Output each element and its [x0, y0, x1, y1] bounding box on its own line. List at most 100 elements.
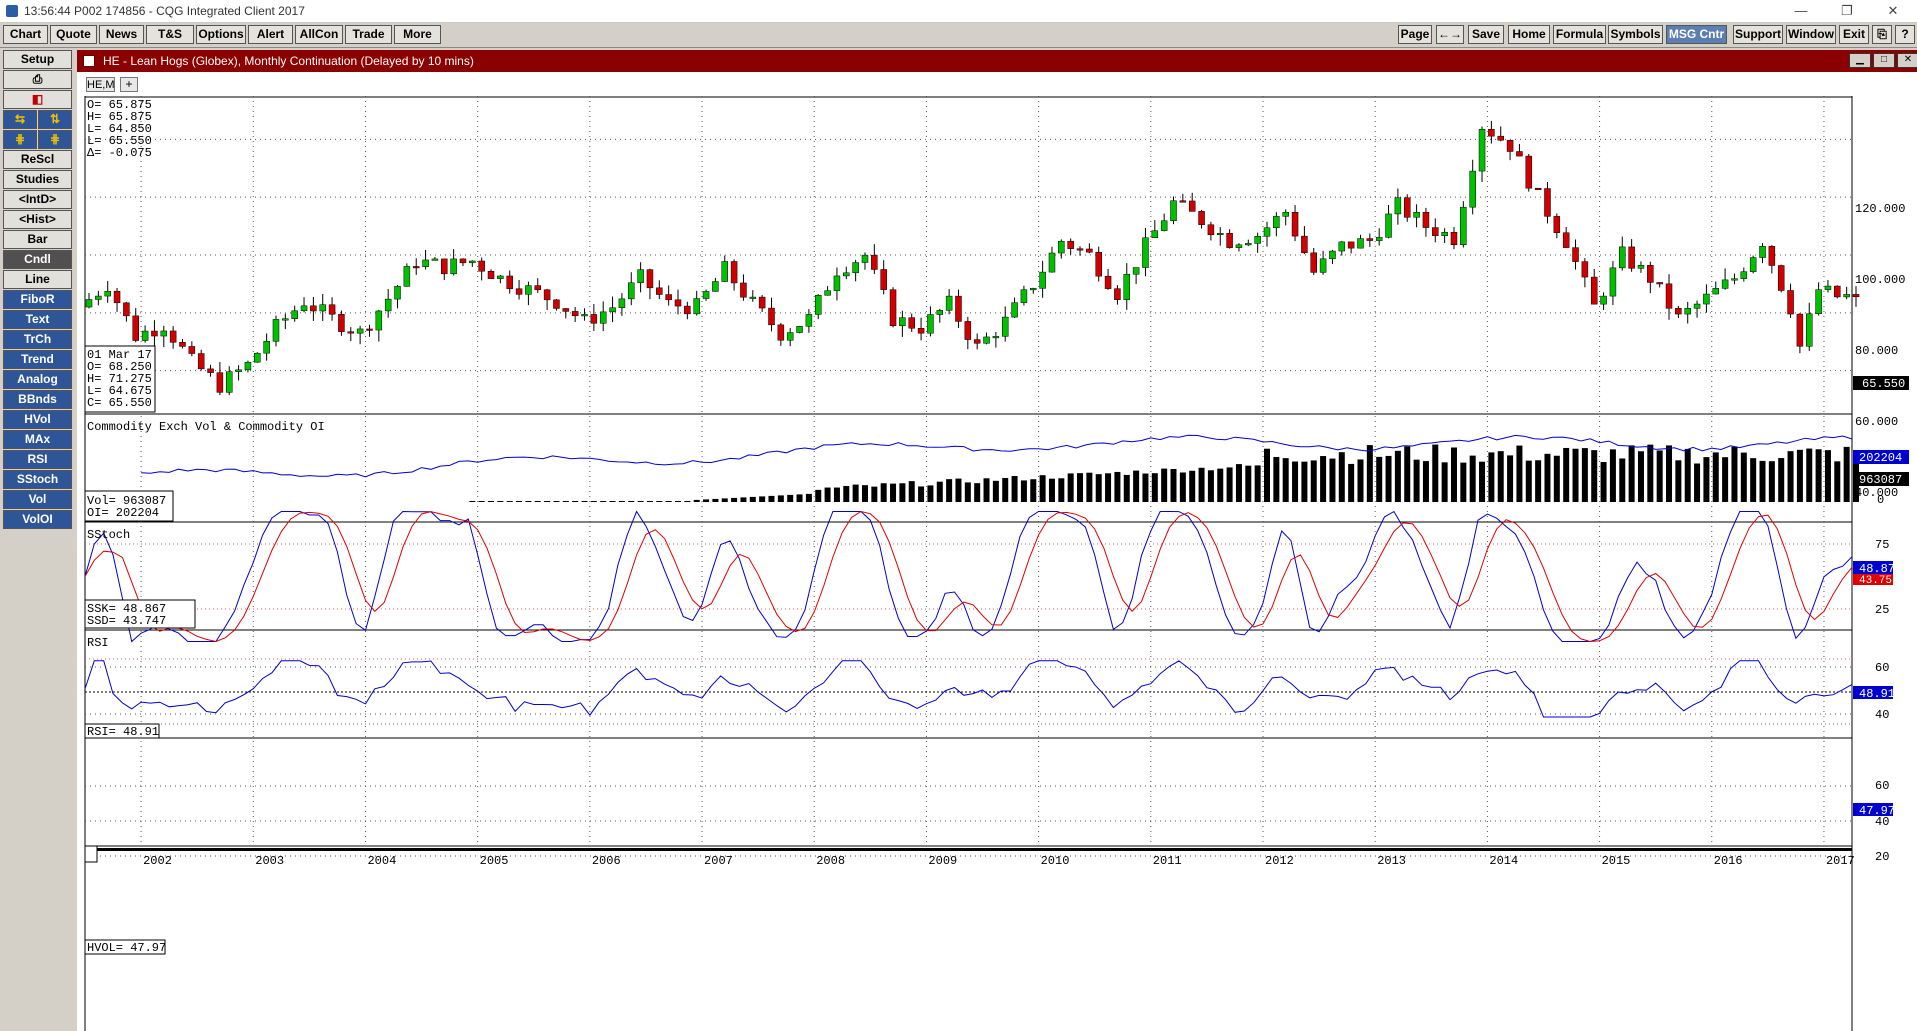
candle-body — [861, 254, 869, 263]
volume-bar — [1609, 449, 1616, 502]
chart-svg[interactable]: O= 65.875 H= 65.875 L= 64.850 L= 65.550 … — [77, 96, 1917, 1031]
trend-button[interactable]: Trend — [3, 350, 72, 369]
minimize-icon[interactable]: — — [1778, 0, 1824, 22]
bar-button[interactable]: Bar — [3, 230, 72, 249]
menu-support[interactable]: Support — [1733, 25, 1783, 44]
menu-allcon[interactable]: AllCon — [295, 25, 343, 44]
volume-bar — [497, 501, 504, 502]
volume-bar — [1385, 455, 1392, 502]
restore-icon[interactable]: ❐ — [1824, 0, 1870, 22]
menu-window[interactable]: Window — [1786, 25, 1836, 44]
cursor-close: C= 65.550 — [87, 396, 152, 410]
analog-button[interactable]: Analog — [3, 370, 72, 389]
volume-bar — [675, 501, 681, 502]
volume-bar — [1824, 450, 1831, 502]
rsi-button[interactable]: RSI — [3, 450, 72, 469]
max-button[interactable]: MAx — [3, 430, 72, 449]
menu-help[interactable]: ? — [1895, 25, 1915, 44]
menu-arrows[interactable]: ←→ — [1436, 25, 1464, 44]
add-tab-button[interactable]: + — [120, 77, 138, 92]
cursor-button[interactable]: ◧ — [3, 90, 72, 109]
menu-quote[interactable]: Quote — [50, 25, 97, 44]
print-button[interactable]: ⎙ — [3, 70, 72, 89]
candle-body — [628, 282, 635, 300]
volume-bar — [1525, 460, 1532, 502]
bbnds-button[interactable]: BBnds — [3, 390, 72, 409]
link-left-button[interactable]: ⇆ — [3, 110, 37, 129]
volume-bar — [852, 484, 859, 502]
volume-bar — [618, 501, 625, 502]
sstoch-button[interactable]: SStoch — [3, 470, 72, 489]
menu-chart[interactable]: Chart — [3, 25, 48, 44]
tab-he-m[interactable]: HE,M — [86, 77, 115, 92]
candle-body — [1142, 237, 1149, 268]
candle-body — [85, 299, 93, 308]
menu-news[interactable]: News — [99, 25, 144, 44]
app-logo-icon — [6, 5, 18, 17]
candle-body — [1506, 139, 1514, 152]
menu-msg-cntr[interactable]: MSG Cntr — [1666, 25, 1727, 44]
studies-button[interactable]: Studies — [3, 170, 72, 189]
menu-exit[interactable]: Exit — [1839, 25, 1869, 44]
menu-symbols[interactable]: Symbols — [1608, 25, 1663, 44]
intraday-button[interactable]: <IntD> — [3, 190, 72, 209]
candle-body — [1385, 213, 1392, 238]
menu-ts[interactable]: T&S — [146, 25, 194, 44]
volume-bar — [1712, 452, 1719, 502]
trch-button[interactable]: TrCh — [3, 330, 72, 349]
menu-options[interactable]: Options — [196, 25, 246, 44]
candle-body — [1824, 285, 1832, 290]
volume-bar — [1703, 457, 1710, 502]
candle-body — [225, 371, 233, 393]
menu-formula[interactable]: Formula — [1553, 25, 1606, 44]
candle-body — [843, 272, 850, 277]
grid-left-button[interactable]: ⋕ — [3, 130, 37, 149]
candle-body — [1076, 248, 1084, 251]
volume-bar — [777, 495, 784, 502]
menu-trade[interactable]: Trade — [345, 25, 392, 44]
menu-save[interactable]: Save — [1468, 25, 1504, 44]
ssd-value: SSD= 43.747 — [87, 614, 166, 628]
candle-body — [1329, 250, 1336, 260]
oi-value: OI= 202204 — [87, 506, 159, 520]
candle-body — [1647, 265, 1654, 283]
candle-body — [871, 254, 878, 270]
candle-button[interactable]: Cndl — [3, 250, 72, 269]
menu-more[interactable]: More — [394, 25, 441, 44]
setup-button[interactable]: Setup — [3, 50, 72, 69]
menu-page[interactable]: Page — [1398, 25, 1432, 44]
rsi-label: RSI — [87, 636, 109, 650]
history-button[interactable]: <Hist> — [3, 210, 72, 229]
menu-float-icon[interactable]: ⎘ — [1872, 25, 1892, 44]
rsi-tick-40: 40 — [1875, 708, 1889, 722]
text-button[interactable]: Text — [3, 310, 72, 329]
vol-button[interactable]: Vol — [3, 490, 72, 509]
grid-right-button[interactable]: ⋕ — [38, 130, 72, 149]
candle-body — [1114, 288, 1121, 300]
chart-close-icon[interactable]: ✕ — [1897, 53, 1917, 68]
link-right-button[interactable]: ⇅ — [38, 110, 72, 129]
candle-body — [1058, 240, 1065, 254]
menu-home[interactable]: Home — [1508, 25, 1550, 44]
rescale-button[interactable]: ReScl — [3, 150, 72, 169]
hvol-button[interactable]: HVol — [3, 410, 72, 429]
candle-body — [1731, 278, 1738, 281]
voloi-button[interactable]: VolOI — [3, 510, 72, 529]
chart-maximize-icon[interactable]: □ — [1873, 53, 1895, 68]
volume-bar — [1282, 458, 1289, 502]
price-tick-120: 120.000 — [1855, 202, 1905, 216]
time-scroll-handle[interactable] — [84, 845, 98, 863]
volume-bar — [1142, 473, 1149, 502]
swap-icon: ⇅ — [49, 112, 61, 126]
candle-body — [1469, 170, 1476, 208]
candle-body — [936, 310, 944, 315]
menu-alert[interactable]: Alert — [248, 25, 293, 44]
candle-body — [1609, 267, 1617, 297]
candle-body — [534, 285, 542, 291]
volume-bar — [1535, 460, 1542, 502]
line-button[interactable]: Line — [3, 270, 72, 289]
candle-body — [1721, 279, 1729, 289]
fibor-button[interactable]: FiboR — [3, 290, 72, 309]
close-icon[interactable]: ✕ — [1870, 0, 1916, 22]
chart-minimize-icon[interactable]: ▁ — [1849, 53, 1871, 68]
